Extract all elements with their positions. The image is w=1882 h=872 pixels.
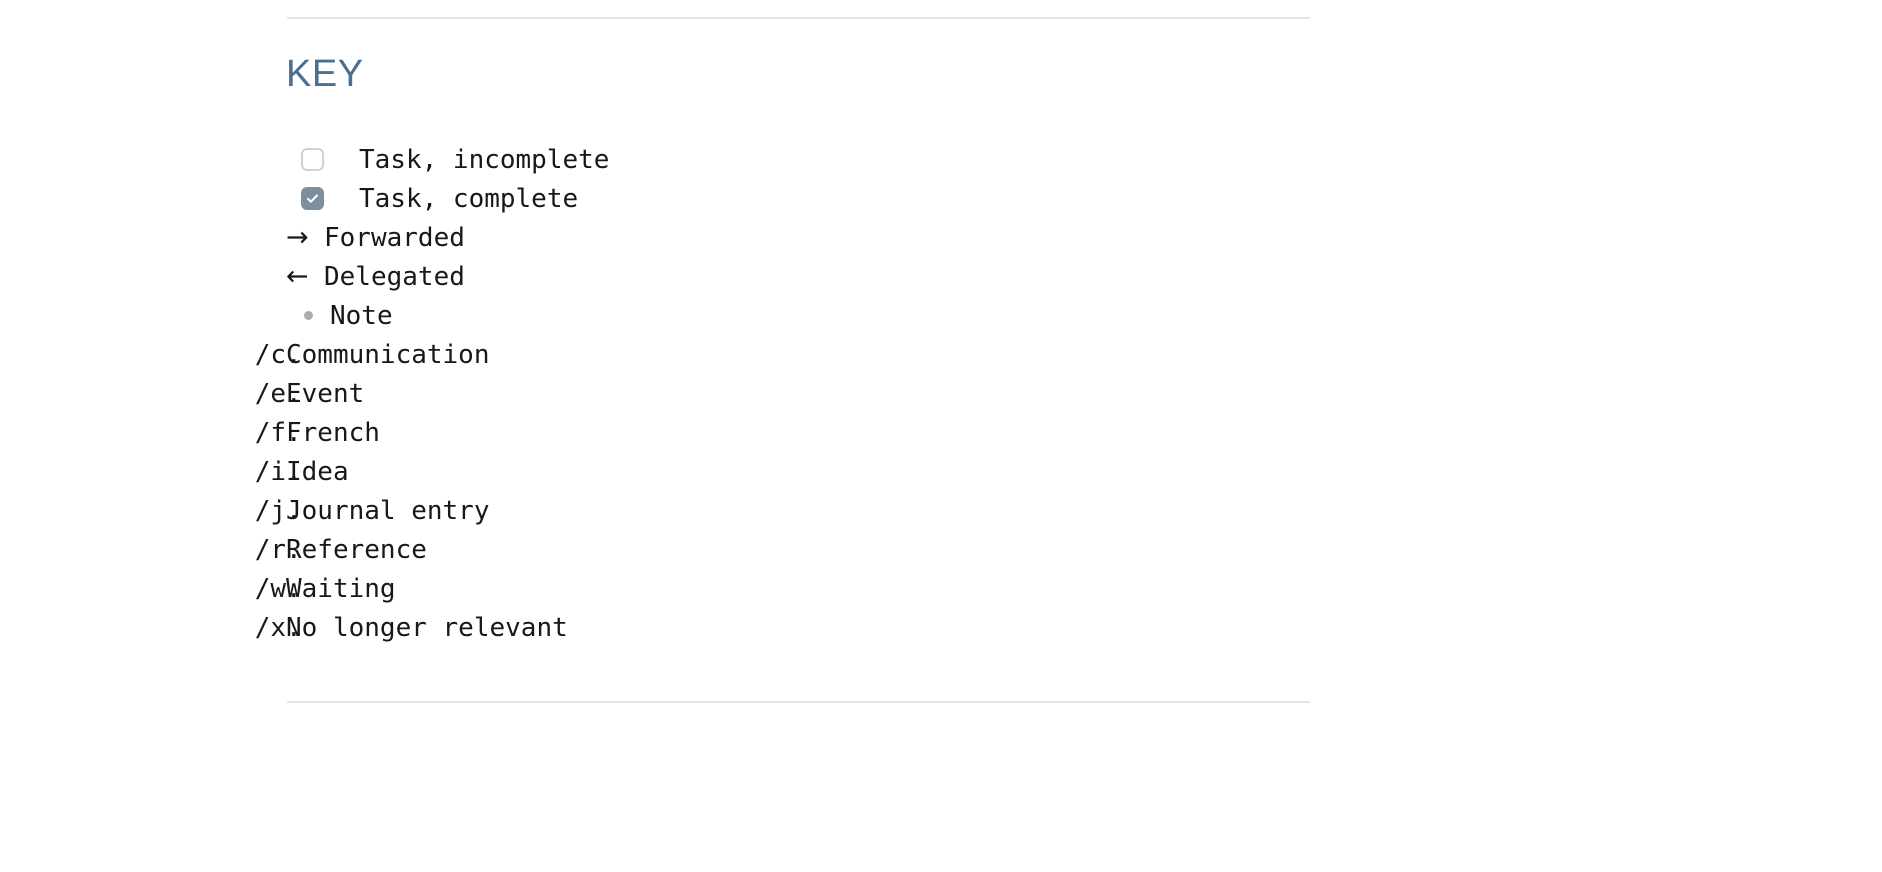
section-divider-top (287, 17, 1310, 19)
legend-item: Task, complete (286, 179, 1310, 218)
legend-item: /r. Reference (255, 530, 1310, 569)
legend-item: ← Delegated (286, 257, 1310, 296)
legend-item: /x. No longer relevant (255, 608, 1310, 647)
bullet-dot-icon (286, 311, 330, 320)
arrow-left-icon: ← (286, 261, 309, 292)
legend-item: /i. Idea (255, 452, 1310, 491)
checkbox-empty-icon[interactable] (301, 148, 324, 171)
legend-item-label: Reference (286, 534, 427, 565)
legend-item-label: Delegated (324, 261, 465, 292)
page-title: KEY (286, 53, 364, 95)
legend-item: /f. French (255, 413, 1310, 452)
bullet-dot (303, 311, 313, 320)
legend-item-label: Forwarded (324, 222, 465, 253)
legend-item-label: Journal entry (286, 495, 490, 526)
legend-item-label: Task, incomplete (359, 144, 610, 175)
legend-item: /j. Journal entry (255, 491, 1310, 530)
legend-item-label: No longer relevant (286, 612, 568, 643)
legend-item-label: Waiting (286, 573, 396, 604)
legend-item-label: Note (330, 300, 393, 331)
legend-item-label: French (286, 417, 380, 448)
legend-item: → Forwarded (286, 218, 1310, 257)
legend-item-label: Task, complete (359, 183, 579, 214)
key-legend-page: KEY Task, incomplete Task, complete → Forwa… (0, 0, 1882, 872)
legend-item: Note (286, 296, 1310, 335)
legend-item-label: Event (286, 378, 365, 409)
legend-item-label: Communication (286, 339, 490, 370)
section-divider-bottom (287, 701, 1310, 703)
legend-item: /c. Communication (255, 335, 1310, 374)
checkbox-marker (286, 187, 359, 210)
legend-item: /w. Waiting (255, 569, 1310, 608)
legend-list: Task, incomplete Task, complete → Forwarded… (255, 140, 1310, 647)
legend-item: /e. Event (255, 374, 1310, 413)
legend-item-label: Idea (286, 456, 349, 487)
checkbox-checked-icon[interactable] (301, 187, 324, 210)
checkbox-marker (286, 148, 359, 171)
arrow-right-icon: → (286, 222, 309, 253)
legend-item: Task, incomplete (286, 140, 1310, 179)
